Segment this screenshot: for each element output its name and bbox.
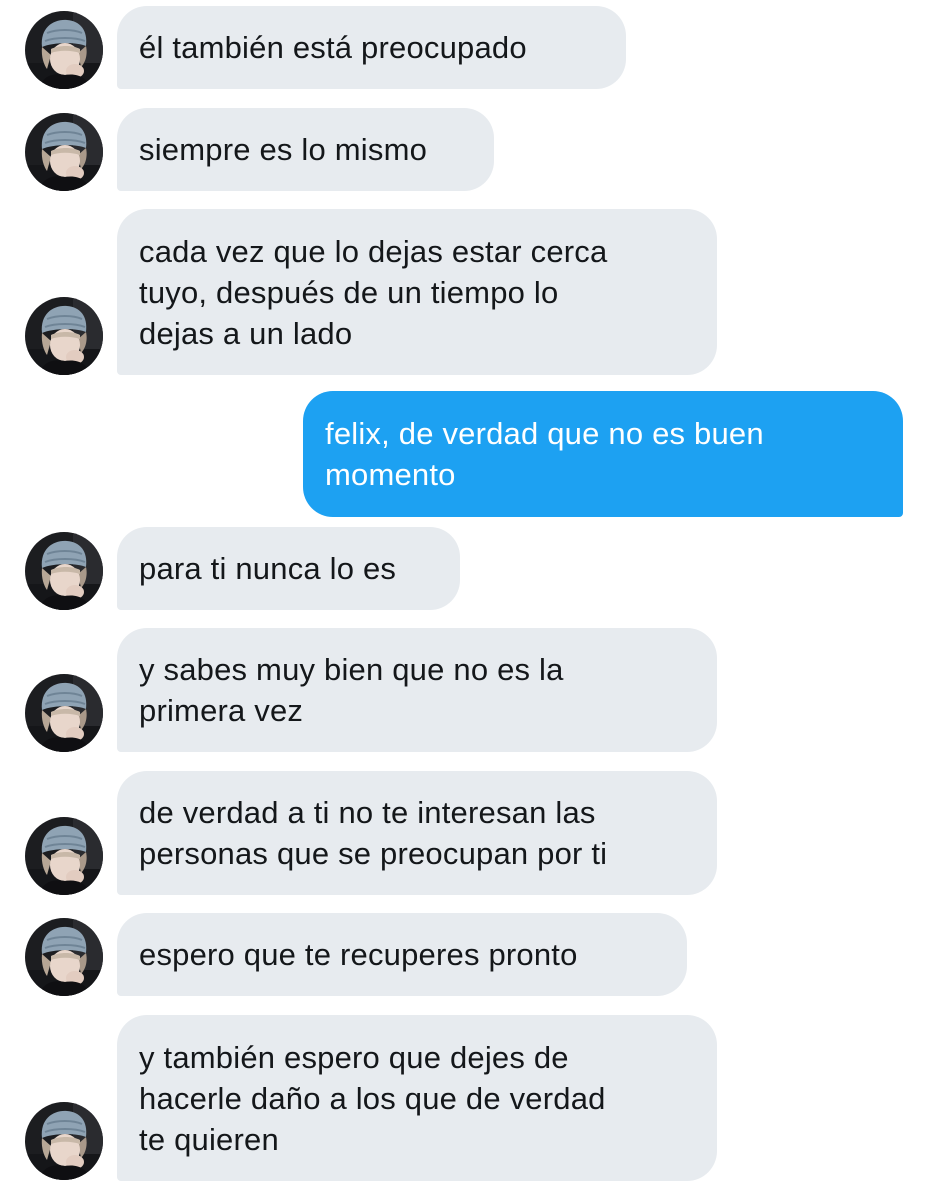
avatar-icon[interactable] <box>25 674 103 752</box>
avatar-icon[interactable] <box>25 297 103 375</box>
avatar-icon[interactable] <box>25 113 103 191</box>
outgoing-message-bubble[interactable]: felix, de verdad que no es buen momento <box>303 391 903 517</box>
avatar-icon[interactable] <box>25 817 103 895</box>
incoming-message-bubble[interactable]: siempre es lo mismo <box>117 108 494 191</box>
incoming-message-bubble[interactable]: espero que te recuperes pronto <box>117 913 687 996</box>
incoming-message-bubble[interactable]: él también está preocupado <box>117 6 626 89</box>
avatar-icon[interactable] <box>25 11 103 89</box>
incoming-message-bubble[interactable]: de verdad a ti no te interesan las perso… <box>117 771 717 895</box>
avatar-icon[interactable] <box>25 918 103 996</box>
incoming-message-bubble[interactable]: cada vez que lo dejas estar cerca tuyo, … <box>117 209 717 375</box>
incoming-message-bubble[interactable]: para ti nunca lo es <box>117 527 460 610</box>
avatar-icon[interactable] <box>25 1102 103 1180</box>
incoming-message-bubble[interactable]: y también espero que dejes de hacerle da… <box>117 1015 717 1181</box>
incoming-message-bubble[interactable]: y sabes muy bien que no es la primera ve… <box>117 628 717 752</box>
avatar-icon[interactable] <box>25 532 103 610</box>
